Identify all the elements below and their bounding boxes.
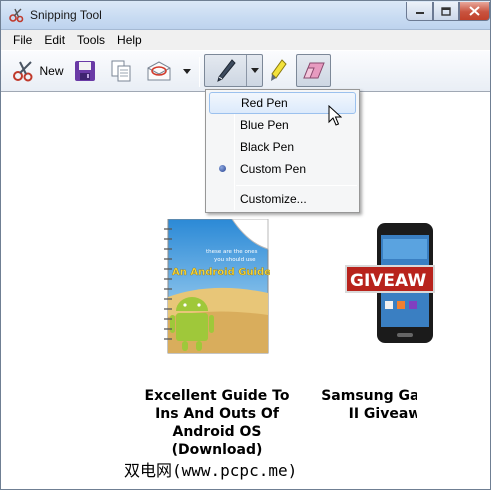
highlighter-button[interactable] (265, 57, 291, 85)
menu-item-label: Custom Pen (240, 162, 307, 176)
save-snip-button[interactable] (71, 57, 99, 85)
samsung-phone-image: GIVEAW (345, 223, 435, 343)
close-icon (469, 6, 480, 16)
menu-item-label: Red Pen (241, 96, 288, 110)
menu-item-black-pen[interactable]: Black Pen (209, 136, 356, 158)
send-snip-button[interactable] (144, 57, 174, 85)
scissors-icon (13, 61, 33, 82)
menu-item-label: Black Pen (240, 140, 295, 154)
highlighter-icon (271, 59, 287, 81)
menu-divider (236, 185, 357, 186)
new-button-label: New (39, 64, 64, 78)
copy-button[interactable] (107, 57, 135, 85)
pen-dropdown-arrow[interactable] (247, 55, 262, 86)
menu-item-customize[interactable]: Customize... (209, 188, 356, 210)
menu-bar: File Edit Tools Help (1, 30, 490, 50)
pen-split-button (204, 54, 263, 87)
article-caption-clip: Samsung Galaxy S II Giveaway (319, 381, 417, 431)
eraser-button[interactable] (296, 54, 331, 87)
giveaway-banner-text: GIVEAW (350, 271, 426, 291)
watermark-text: 双电网(www.pcpc.me) (124, 461, 298, 480)
menu-item-label: Customize... (240, 192, 307, 206)
chevron-down-icon (250, 68, 259, 73)
send-dropdown-arrow[interactable] (179, 63, 195, 79)
window-title: Snipping Tool (30, 8, 102, 22)
envelope-icon (147, 61, 171, 81)
pen-icon (216, 58, 236, 82)
menu-item-custom-pen[interactable]: Custom Pen (209, 158, 356, 180)
maximize-icon (441, 6, 451, 16)
book-title: An Android Guide (172, 267, 270, 278)
menu-item-label: Blue Pen (240, 118, 289, 132)
toolbar: New (1, 50, 490, 92)
scissors-app-icon (9, 8, 24, 23)
minimize-button[interactable] (406, 2, 433, 21)
article-caption-android-guide[interactable]: Excellent Guide To Ins And Outs Of Andro… (132, 387, 302, 459)
android-guide-book-image: these are the ones you should use An And… (164, 219, 270, 354)
toolbar-separator (199, 57, 200, 87)
pen-button[interactable] (205, 55, 247, 86)
menu-help[interactable]: Help (111, 33, 148, 47)
close-button[interactable] (459, 2, 490, 21)
menu-file[interactable]: File (7, 33, 38, 47)
selected-radio-icon (219, 165, 226, 172)
book-tagline-2: you should use (214, 257, 256, 263)
eraser-icon (302, 62, 325, 78)
snipping-tool-window: Snipping Tool File Edit Tools Help New t… (0, 0, 491, 490)
chevron-down-icon (183, 68, 191, 74)
title-bar[interactable]: Snipping Tool (1, 1, 490, 30)
maximize-button[interactable] (433, 2, 459, 21)
article-caption-samsung[interactable]: Samsung Galaxy S II Giveaway (319, 387, 417, 423)
book-tagline-1: these are the ones (206, 249, 258, 255)
menu-edit[interactable]: Edit (38, 33, 71, 47)
floppy-disk-icon (75, 61, 95, 81)
new-snip-button[interactable]: New (9, 55, 67, 87)
menu-tools[interactable]: Tools (71, 33, 111, 47)
copy-icon (111, 60, 131, 82)
minimize-icon (415, 12, 424, 14)
mouse-pointer-icon (328, 105, 342, 126)
